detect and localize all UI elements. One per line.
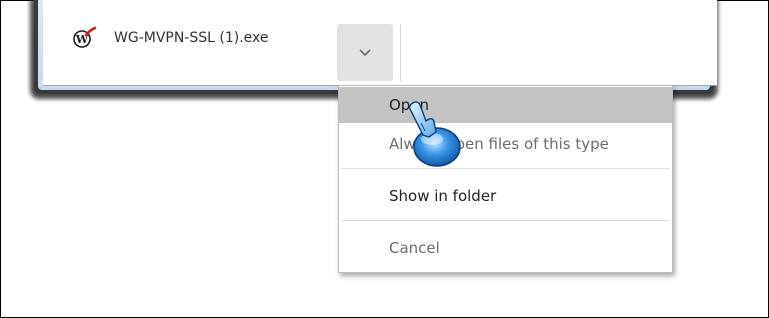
menu-item-show-in-folder[interactable]: Show in folder — [339, 178, 672, 214]
screenshot-frame: W WG-MVPN-SSL (1).exe Open Always open f… — [0, 0, 769, 318]
menu-item-label: Always open files of this type — [389, 135, 609, 153]
download-file-name: WG-MVPN-SSL (1).exe — [114, 30, 269, 46]
download-item[interactable]: W WG-MVPN-SSL (1).exe — [71, 14, 269, 62]
shelf-separator — [400, 24, 401, 82]
menu-divider — [341, 168, 670, 169]
download-context-menu: Open Always open files of this type Show… — [338, 85, 673, 273]
chevron-down-icon — [358, 43, 372, 62]
download-menu-button[interactable] — [337, 24, 393, 81]
download-shelf: W WG-MVPN-SSL (1).exe — [43, 0, 717, 86]
menu-item-cancel[interactable]: Cancel — [339, 230, 672, 266]
menu-item-label: Open — [389, 96, 430, 114]
menu-divider — [341, 220, 670, 221]
menu-item-open[interactable]: Open — [339, 87, 672, 123]
watchguard-w-icon: W — [71, 25, 97, 51]
menu-item-label: Cancel — [389, 239, 440, 257]
menu-item-label: Show in folder — [389, 187, 497, 205]
menu-item-always-open[interactable]: Always open files of this type — [339, 126, 672, 162]
